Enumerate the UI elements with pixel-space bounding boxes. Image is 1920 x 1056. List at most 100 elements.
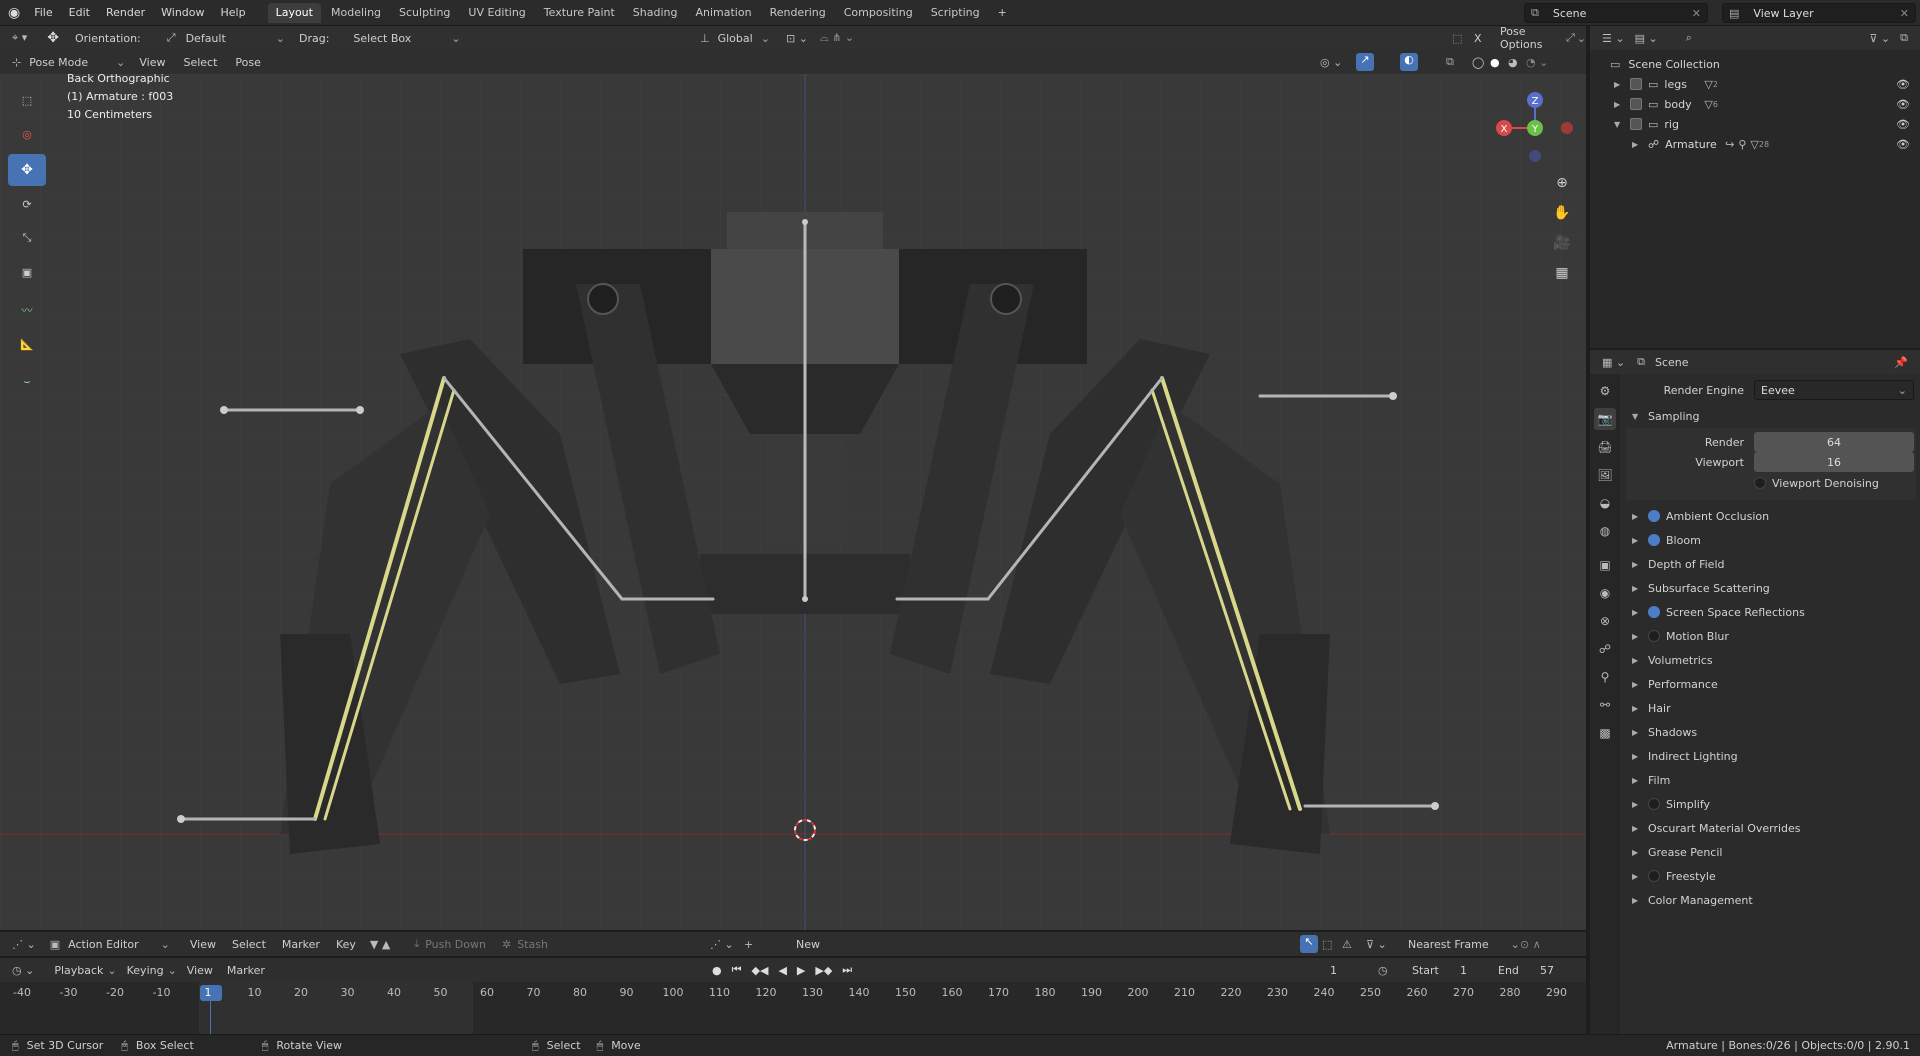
list-item[interactable]: ▶ ▭ body ▽ 6 👁 (1610, 94, 1920, 114)
menu-help[interactable]: Help (213, 0, 254, 26)
zoom-icon[interactable]: ⊕ (1551, 168, 1573, 198)
menu-playback[interactable]: Playback (54, 964, 103, 977)
menu-select[interactable]: Select (183, 56, 217, 69)
annotate-tool-icon[interactable]: 〰 (8, 294, 46, 326)
scene-collection-row[interactable]: ▭ Scene Collection (1610, 54, 1920, 74)
exclude-checkbox[interactable] (1630, 98, 1642, 110)
end-frame-field[interactable]: 57 (1540, 964, 1554, 977)
add-workspace-icon[interactable]: + (990, 3, 1015, 23)
armature-data-tab-icon[interactable]: ☍ (1594, 638, 1616, 660)
pan-hand-icon[interactable]: ✋ (1551, 198, 1573, 228)
render-engine-dropdown[interactable]: Eevee ⌄ (1754, 380, 1914, 400)
panel-simplify[interactable]: ▶ Simplify (1626, 792, 1916, 816)
start-frame-field[interactable]: 1 (1460, 964, 1467, 977)
expand-icon[interactable]: ▶ (1632, 140, 1642, 149)
tab-uv-editing[interactable]: UV Editing (460, 3, 533, 23)
jump-end-icon[interactable]: ⏭ (842, 963, 852, 977)
menu-marker[interactable]: Marker (227, 964, 265, 977)
eye-icon[interactable]: 👁 (1896, 78, 1910, 91)
default-orientation-dropdown[interactable]: ⤢ Default ⌄ (167, 31, 285, 45)
menu-view[interactable]: View (190, 938, 216, 951)
current-frame-field[interactable]: 1 (1330, 964, 1337, 977)
panel-film[interactable]: ▶ Film (1626, 768, 1916, 792)
scene-tab-icon[interactable]: ◒ (1594, 492, 1616, 514)
rendered-shading-icon[interactable]: ◔ ⌄ (1526, 56, 1548, 69)
tab-animation[interactable]: Animation (687, 3, 759, 23)
rotate-tool-icon[interactable]: ⟳ (8, 188, 46, 220)
filter-icon[interactable]: ⊽ ⌄ (1869, 32, 1890, 45)
record-icon[interactable]: ● (712, 964, 722, 977)
render-tab-icon[interactable]: 📷 (1594, 408, 1616, 430)
overlay-toggle-icon[interactable]: ◐ (1400, 53, 1418, 71)
panel-ambient-occlusion[interactable]: ▶ Ambient Occlusion (1626, 504, 1916, 528)
scale-tool-icon[interactable]: ⤡ (8, 222, 46, 254)
cursor-tool-icon[interactable]: ◎ (8, 118, 46, 150)
select-box-tool-icon[interactable]: ⬚ (8, 84, 46, 116)
drag-dropdown[interactable]: Select Box ⌄ (353, 32, 460, 45)
tab-sculpting[interactable]: Sculpting (391, 3, 458, 23)
editor-type-icon[interactable]: ◷ ⌄ (12, 964, 34, 977)
material-shading-icon[interactable]: ◕ (1508, 56, 1518, 69)
3d-viewport[interactable]: ⌖ ▾ ✥ Orientation: ⤢ Default ⌄ Drag: Sel… (0, 26, 1586, 930)
menu-render[interactable]: Render (98, 0, 153, 26)
expand-icon[interactable]: ▶ (1614, 80, 1624, 89)
timeline[interactable]: ◷ ⌄ Playback ⌄ Keying ⌄ View Marker ● ⏮ … (0, 958, 1586, 1034)
list-item[interactable]: ▶ ☍ Armature ↪ ⚲ ▽ 28 👁 (1610, 134, 1920, 154)
expand-icon[interactable]: ▶ (1614, 100, 1624, 109)
push-down-button[interactable]: ⤓ Push Down (414, 937, 486, 951)
exclude-checkbox[interactable] (1630, 118, 1642, 130)
view-layer-tab-icon[interactable]: 🖼 (1594, 464, 1616, 486)
tab-rendering[interactable]: Rendering (762, 3, 834, 23)
panel-grease-pencil[interactable]: ▶ Grease Pencil (1626, 840, 1916, 864)
menu-view[interactable]: View (139, 56, 165, 69)
display-mode-icon[interactable]: ▤ ⌄ (1635, 32, 1658, 45)
viewport-denoising-row[interactable]: Viewport Denoising (1626, 472, 1916, 494)
enable-toggle[interactable] (1648, 870, 1660, 882)
enable-toggle[interactable] (1648, 534, 1660, 546)
enable-toggle[interactable] (1648, 798, 1660, 810)
preview-range-icon[interactable]: ◷ (1378, 964, 1388, 977)
panel-screen-space-reflections[interactable]: ▶ Screen Space Reflections (1626, 600, 1916, 624)
hidden-icon[interactable]: ⬚ (1322, 938, 1332, 951)
play-icon[interactable]: ▶ (797, 964, 805, 977)
menu-pose[interactable]: Pose (235, 56, 260, 69)
tab-layout[interactable]: Layout (267, 2, 321, 23)
mirror-x-label[interactable]: X (1474, 32, 1482, 45)
filter-icon[interactable]: ⊽ ⌄ (1366, 938, 1387, 951)
new-action-button[interactable]: New (796, 938, 820, 951)
panel-volumetrics[interactable]: ▶ Volumetrics (1626, 648, 1916, 672)
solid-shading-icon[interactable]: ● (1490, 56, 1500, 69)
add-action-icon[interactable]: + (744, 938, 753, 951)
viewport-denoising-checkbox[interactable] (1754, 477, 1766, 489)
pin-icon[interactable]: 📌 (1894, 356, 1908, 369)
snap-dropdown[interactable]: Nearest Frame ⌄ (1408, 938, 1520, 951)
timeline-ruler[interactable]: -40 -30 -20 -10 1 10 20 30 40 50 60 70 80 90 100 110 120… (0, 982, 1586, 1034)
menu-window[interactable]: Window (153, 0, 212, 26)
collapse-icon[interactable]: ▼ (1614, 120, 1624, 129)
camera-icon[interactable]: 🎥 (1551, 228, 1573, 258)
panel-bloom[interactable]: ▶ Bloom (1626, 528, 1916, 552)
mirror-icon[interactable]: ⬚ (1452, 32, 1462, 45)
eye-icon[interactable]: 👁 (1896, 118, 1910, 131)
scene-selector[interactable]: ⧉ Scene ✕ (1524, 3, 1708, 23)
snap-icon[interactable]: ⌓ ⋔ ⌄ (820, 31, 854, 45)
only-selected-icon[interactable]: ↖ (1300, 935, 1318, 953)
transform-orientation-dropdown[interactable]: ⊥ Global ⌄ (700, 32, 770, 45)
outliner-editor-icon[interactable]: ☰ ⌄ (1602, 32, 1625, 45)
pose-mode-dropdown[interactable]: ⊹ Pose Mode ⌄ (12, 56, 125, 69)
pivot-point-icon[interactable]: ⊡ ⌄ (786, 32, 808, 45)
menu-marker[interactable]: Marker (282, 938, 320, 951)
enable-toggle[interactable] (1648, 606, 1660, 618)
close-icon[interactable]: ✕ (1900, 7, 1909, 20)
transform-tool-icon[interactable]: ▣ (8, 256, 46, 288)
play-reverse-icon[interactable]: ◀ (778, 964, 786, 977)
restore-icon[interactable]: ⤢ (1566, 31, 1575, 45)
tab-modeling[interactable]: Modeling (323, 3, 389, 23)
world-tab-icon[interactable]: ◍ (1594, 520, 1616, 542)
bone-tab-icon[interactable]: ⚲ (1594, 666, 1616, 688)
physics-tab-icon[interactable]: ◉ (1594, 582, 1616, 604)
editor-type-icon[interactable]: ⌖ ▾ (12, 31, 27, 45)
menu-view[interactable]: View (187, 964, 213, 977)
panel-indirect-lighting[interactable]: ▶ Indirect Lighting (1626, 744, 1916, 768)
jump-keyframe-forward-icon[interactable]: ▶◆ (815, 964, 832, 977)
